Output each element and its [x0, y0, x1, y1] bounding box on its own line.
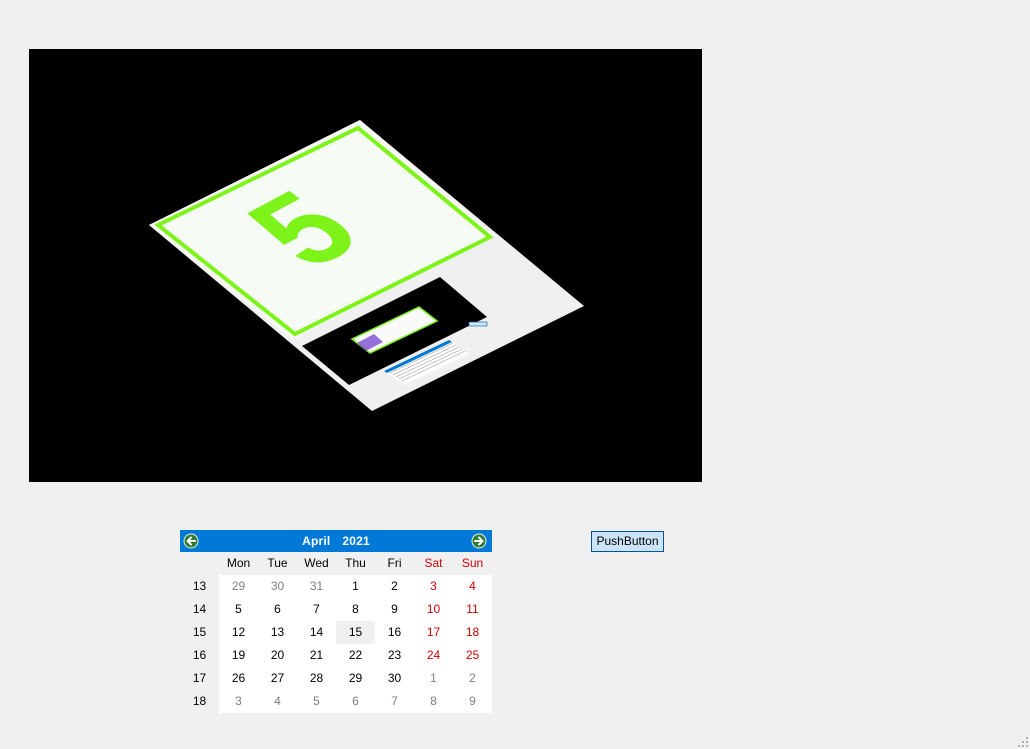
calendar-navigation-bar: April 2021: [180, 530, 492, 552]
calendar-day[interactable]: 2: [453, 667, 492, 690]
week-number: 17: [192, 671, 207, 685]
day-header: Mon: [219, 552, 258, 575]
month-year-label: April 2021: [180, 534, 492, 548]
calendar-day[interactable]: 29: [336, 667, 375, 690]
rotated-scene: 5: [149, 120, 584, 411]
calendar-day[interactable]: 12: [219, 621, 258, 644]
calendar-day[interactable]: 4: [453, 575, 492, 598]
calendar-day[interactable]: 4: [258, 690, 297, 713]
calendar-day[interactable]: 9: [453, 690, 492, 713]
calendar-day[interactable]: 7: [297, 598, 336, 621]
nested-pushbutton: [468, 321, 488, 327]
calendar-day[interactable]: 6: [336, 690, 375, 713]
day-header: Thu: [336, 552, 375, 575]
week-number: 15: [192, 625, 207, 639]
year-selector[interactable]: 2021: [342, 534, 370, 548]
next-month-button[interactable]: [471, 533, 487, 549]
calendar-day[interactable]: 20: [258, 644, 297, 667]
calendar-day[interactable]: 3: [219, 690, 258, 713]
calendar-day[interactable]: 21: [297, 644, 336, 667]
calendar-day[interactable]: 13: [258, 621, 297, 644]
calendar-day[interactable]: 27: [258, 667, 297, 690]
calendar-day[interactable]: 29: [219, 575, 258, 598]
calendar-day[interactable]: 19: [219, 644, 258, 667]
calendar-day[interactable]: 18: [453, 621, 492, 644]
week-number: 14: [192, 602, 207, 616]
calendar-day[interactable]: 28: [297, 667, 336, 690]
resize-grip-icon[interactable]: [1018, 737, 1028, 747]
calendar-day[interactable]: 1: [336, 575, 375, 598]
calendar-day[interactable]: 23: [375, 644, 414, 667]
day-header: Sat: [414, 552, 453, 575]
calendar-day[interactable]: 24: [414, 644, 453, 667]
calendar-day[interactable]: 7: [375, 690, 414, 713]
calendar-day[interactable]: 11: [453, 598, 492, 621]
calendar-day[interactable]: 9: [375, 598, 414, 621]
calendar-day[interactable]: 31: [297, 575, 336, 598]
calendar-day[interactable]: 30: [375, 667, 414, 690]
week-number: 18: [192, 694, 207, 708]
calendar-day[interactable]: 26: [219, 667, 258, 690]
day-header: Fri: [375, 552, 414, 575]
push-button[interactable]: PushButton: [591, 531, 664, 552]
calendar-day[interactable]: 17: [414, 621, 453, 644]
calendar-day[interactable]: 22: [336, 644, 375, 667]
calendar-day[interactable]: 5: [219, 598, 258, 621]
week-number: 16: [192, 648, 207, 662]
calendar-day[interactable]: 16: [375, 621, 414, 644]
calendar-widget[interactable]: April 2021 Mon Tue Wed Thu Fri Sat Sun 13 29 30 31 1…: [180, 530, 492, 713]
calendar-day[interactable]: 6: [258, 598, 297, 621]
day-header: Tue: [258, 552, 297, 575]
calendar-day[interactable]: 8: [414, 690, 453, 713]
month-selector[interactable]: April: [302, 534, 330, 548]
calendar-day[interactable]: 1: [414, 667, 453, 690]
day-header: Wed: [297, 552, 336, 575]
calendar-day[interactable]: 5: [297, 690, 336, 713]
calendar-day[interactable]: 8: [336, 598, 375, 621]
calendar-day[interactable]: 2: [375, 575, 414, 598]
arrow-right-icon: [471, 533, 487, 549]
calendar-day[interactable]: 3: [414, 575, 453, 598]
calendar-day[interactable]: 14: [297, 621, 336, 644]
calendar-day[interactable]: 25: [453, 644, 492, 667]
week-number: 13: [192, 579, 207, 593]
day-header: Sun: [453, 552, 492, 575]
calendar-day[interactable]: 10: [414, 598, 453, 621]
calendar-day[interactable]: 30: [258, 575, 297, 598]
calendar-day[interactable]: 15: [336, 621, 375, 644]
graphics-viewport[interactable]: 5: [29, 49, 702, 482]
